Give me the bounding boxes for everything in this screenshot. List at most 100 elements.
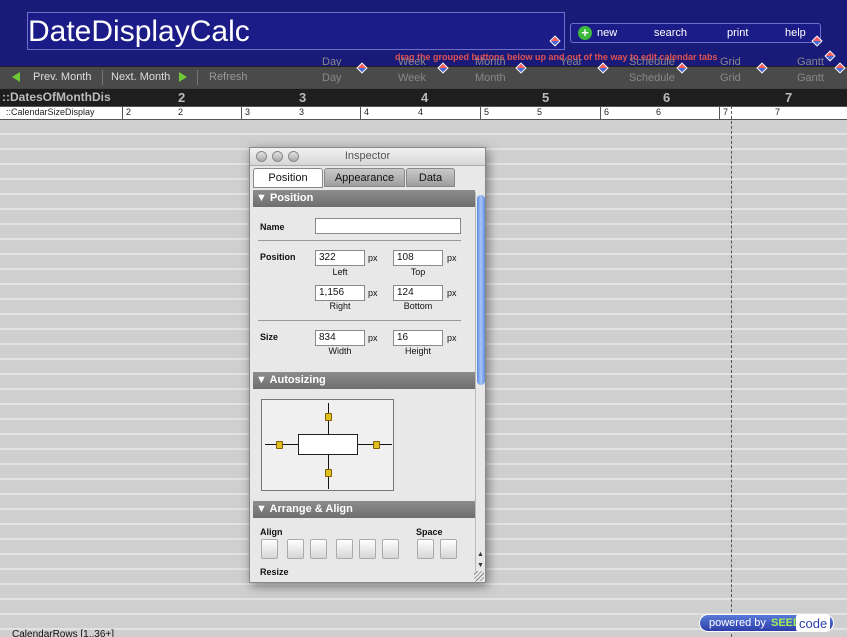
autosize-object xyxy=(298,434,358,455)
autosizing-panel xyxy=(253,389,475,501)
date-cell: 7 xyxy=(775,107,781,117)
tab-gantt[interactable]: Gantt xyxy=(797,72,824,84)
tab-schedule[interactable]: Schedule xyxy=(629,72,675,84)
layout-part-label: CalendarRows [1..36+] xyxy=(12,629,115,637)
prev-arrow-icon[interactable] xyxy=(12,72,20,82)
date-cell: 2 xyxy=(178,107,184,117)
refresh-button[interactable]: Refresh xyxy=(209,71,248,83)
days-header: ::DatesOfMonthDis 2 3 4 5 6 7 xyxy=(0,88,847,106)
header-bar: DateDisplayCalc + new search print help … xyxy=(0,0,847,68)
px-unit: px xyxy=(368,253,378,263)
right-field[interactable]: 1,156 xyxy=(315,285,365,301)
tab-position[interactable]: Position xyxy=(253,168,323,188)
tab-week[interactable]: Week xyxy=(398,72,426,84)
divider xyxy=(258,320,461,321)
left-caption: Left xyxy=(332,267,348,277)
tab-grid[interactable]: Grid xyxy=(720,72,741,84)
top-button-group: + new search print help xyxy=(570,23,821,43)
space-vertical-icon[interactable] xyxy=(440,539,457,559)
px-unit: px xyxy=(368,288,378,298)
left-field[interactable]: 322 xyxy=(315,250,365,266)
new-button[interactable]: new xyxy=(597,27,617,39)
resize-grip-icon[interactable] xyxy=(474,571,484,581)
section-autosizing-title: Autosizing xyxy=(269,374,326,386)
align-right-icon[interactable] xyxy=(310,539,327,559)
align-middle-icon[interactable] xyxy=(359,539,376,559)
width-caption: Width xyxy=(328,346,352,356)
inspector-titlebar[interactable]: Inspector xyxy=(250,148,485,166)
height-caption: Height xyxy=(404,346,431,356)
title-field[interactable]: DateDisplayCalc xyxy=(27,12,565,50)
section-arrange-header[interactable]: ▼ Arrange & Align xyxy=(253,501,475,518)
date-cell: 5 xyxy=(484,107,490,117)
section-arrange-title: Arrange & Align xyxy=(269,503,353,515)
day-number: 4 xyxy=(421,90,429,105)
align-top-icon[interactable] xyxy=(336,539,353,559)
badge-brand-code: code xyxy=(796,615,831,631)
print-button[interactable]: print xyxy=(727,27,748,39)
selected-field-row[interactable]: ::CalendarSizeDisplay 2 2 3 3 4 4 5 5 6 … xyxy=(0,106,847,120)
align-center-icon[interactable] xyxy=(287,539,304,559)
width-field[interactable]: 834 xyxy=(315,330,365,346)
position-label: Position xyxy=(260,252,296,262)
day-number: 6 xyxy=(663,90,671,105)
day-number: 7 xyxy=(785,90,793,105)
inspector-scrollbar[interactable]: ▲ ▼ xyxy=(475,192,485,582)
left-lock-icon[interactable] xyxy=(276,441,283,449)
inspector-title: Inspector xyxy=(344,150,391,162)
date-cell: 6 xyxy=(604,107,610,117)
position-panel: Name Position 322 px Left 108 px Top 1,1… xyxy=(253,207,475,372)
space-label: Space xyxy=(416,527,443,537)
inspector-tabs: Position Appearance Data xyxy=(250,168,485,188)
section-autosizing-header[interactable]: ▼ Autosizing xyxy=(253,372,475,389)
date-cell: 4 xyxy=(418,107,424,117)
prev-month-button[interactable]: Prev. Month xyxy=(33,71,92,83)
powered-by-badge[interactable]: powered by SEED code xyxy=(699,614,834,632)
top-field[interactable]: 108 xyxy=(393,250,443,266)
tab-appearance[interactable]: Appearance xyxy=(324,168,405,187)
plus-icon[interactable]: + xyxy=(578,26,592,40)
layout-title: DateDisplayCalc xyxy=(28,15,250,48)
autosizing-diagram xyxy=(261,399,394,491)
date-cell: 4 xyxy=(364,107,370,117)
next-month-button[interactable]: Next. Month xyxy=(111,71,170,83)
help-button[interactable]: help xyxy=(785,27,806,39)
page-boundary-line xyxy=(731,106,732,637)
section-position-header[interactable]: ▼ Position xyxy=(253,190,475,207)
tab-month[interactable]: Month xyxy=(475,72,506,84)
dates-field-label: ::DatesOfMonthDis xyxy=(2,90,111,104)
height-field[interactable]: 16 xyxy=(393,330,443,346)
tab-day[interactable]: Day xyxy=(322,72,342,84)
scroll-up-icon[interactable]: ▲ xyxy=(477,551,484,558)
top-lock-icon[interactable] xyxy=(325,413,332,421)
next-arrow-icon[interactable] xyxy=(179,72,187,82)
bottom-lock-icon[interactable] xyxy=(325,469,332,477)
row-divider xyxy=(600,107,601,119)
date-cell: 7 xyxy=(723,107,729,117)
space-horizontal-icon[interactable] xyxy=(417,539,434,559)
align-label: Align xyxy=(260,527,283,537)
right-caption: Right xyxy=(329,301,351,311)
day-number: 5 xyxy=(542,90,550,105)
top-caption: Top xyxy=(410,267,426,277)
right-lock-icon[interactable] xyxy=(373,441,380,449)
day-number: 3 xyxy=(299,90,307,105)
size-label: Size xyxy=(260,332,279,342)
arrange-panel: Align Space Resize xyxy=(253,518,475,578)
search-button[interactable]: search xyxy=(654,27,687,39)
tab-data[interactable]: Data xyxy=(406,168,455,187)
row-divider xyxy=(480,107,481,119)
nav-divider xyxy=(197,70,198,85)
row-divider xyxy=(122,107,123,119)
name-field[interactable] xyxy=(315,218,461,234)
scrollbar-thumb[interactable] xyxy=(477,195,485,385)
divider xyxy=(258,240,461,241)
inspector-window: Inspector Position Appearance Data ▼ Pos… xyxy=(249,147,486,583)
bottom-field[interactable]: 124 xyxy=(393,285,443,301)
align-left-icon[interactable] xyxy=(261,539,278,559)
row-field-label: ::CalendarSizeDisplay xyxy=(6,107,95,117)
px-unit: px xyxy=(368,333,378,343)
align-bottom-icon[interactable] xyxy=(382,539,399,559)
scroll-down-icon[interactable]: ▼ xyxy=(477,562,484,569)
resize-label: Resize xyxy=(260,567,289,577)
